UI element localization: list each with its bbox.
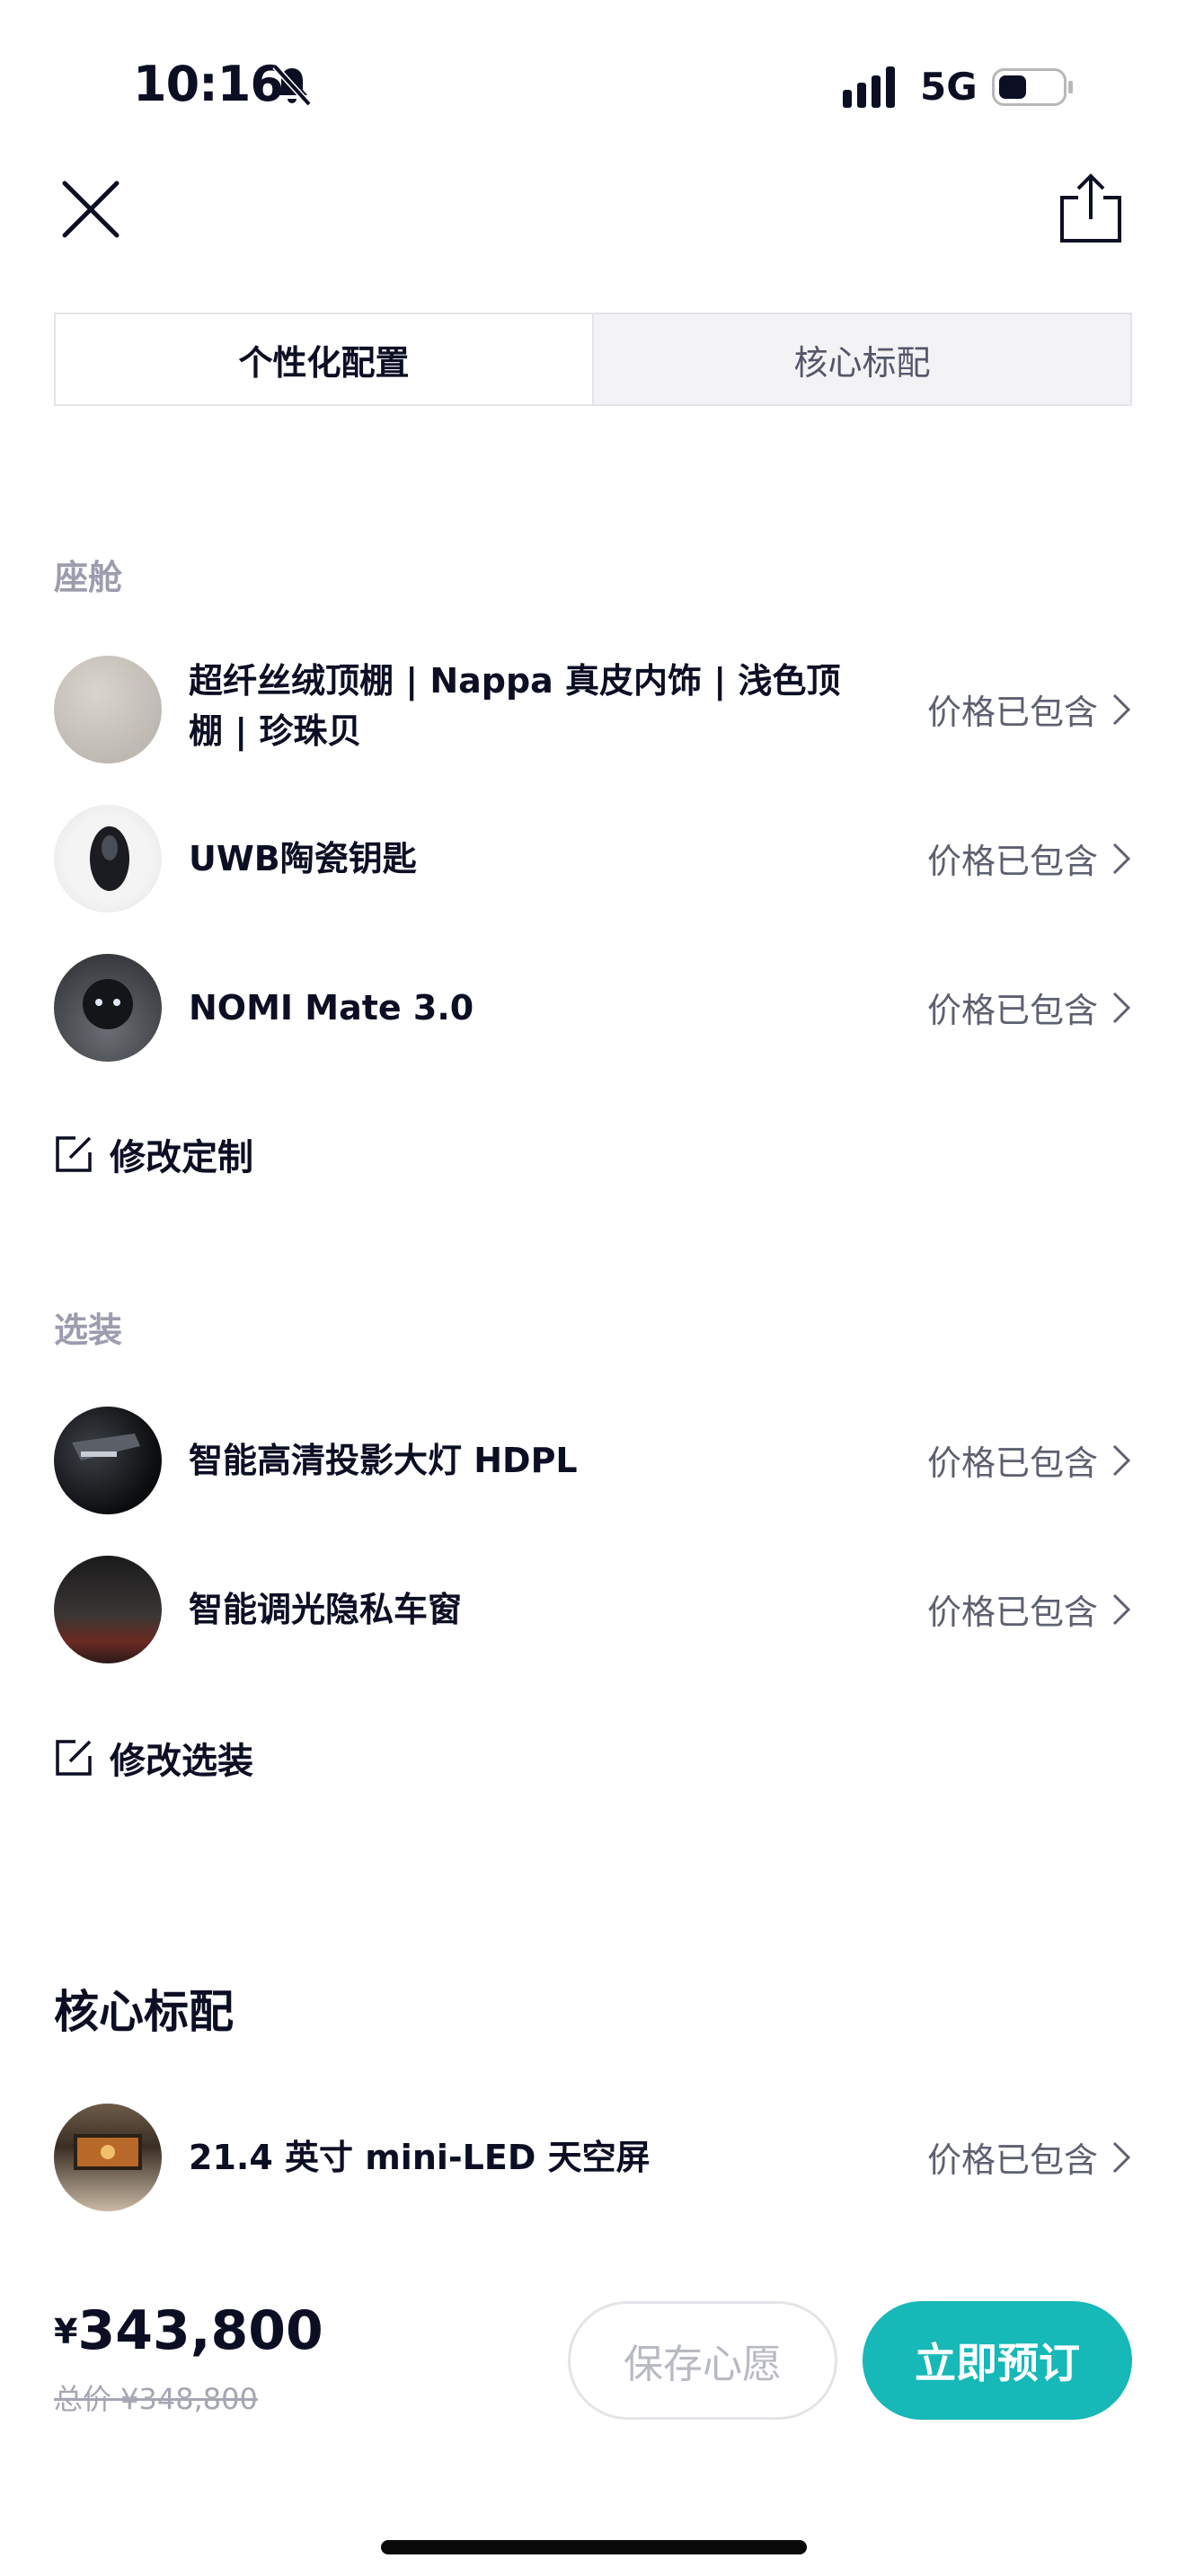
item-name-line1: 超纤丝绒顶棚 | Nappa 真皮内饰 | 浅色顶: [189, 661, 841, 701]
headliner-thumbnail: [54, 656, 162, 763]
list-item[interactable]: UWB陶瓷钥匙 价格已包含: [54, 805, 1132, 913]
save-wish-button[interactable]: 保存心愿: [568, 2301, 837, 2420]
edit-icon: [56, 1740, 92, 1776]
item-name: 智能高清投影大灯 HDPL: [189, 1441, 578, 1480]
list-item[interactable]: 智能高清投影大灯 HDPL 价格已包含: [54, 1407, 1132, 1514]
ceramic-key-thumbnail: [54, 805, 162, 913]
battery-icon: [992, 68, 1073, 106]
price-status: 价格已包含: [926, 1443, 1098, 1483]
list-item[interactable]: 21.4 英寸 mini-LED 天空屏 价格已包含: [54, 2104, 1132, 2211]
price-status: 价格已包含: [926, 842, 1098, 881]
tab-personalized-config[interactable]: 个性化配置: [56, 314, 592, 404]
current-price: ¥343,800: [54, 2299, 323, 2362]
privacy-glass-thumbnail: [54, 1556, 162, 1663]
item-price: 价格已包含: [927, 2132, 1132, 2182]
price-status: 价格已包含: [926, 991, 1098, 1030]
price-status: 价格已包含: [926, 2140, 1098, 2180]
home-indicator: [381, 2540, 807, 2554]
item-name: NOMI Mate 3.0: [189, 988, 474, 1028]
price-value: 343,800: [77, 2299, 323, 2362]
chevron-right-icon: [1112, 693, 1131, 725]
nomi-mate-thumbnail: [54, 954, 162, 1062]
edit-customization-link[interactable]: 修改定制: [54, 1128, 253, 1180]
chevron-right-icon: [1112, 842, 1131, 874]
section-title-core: 核心标配: [54, 1986, 234, 2038]
chevron-right-icon: [1112, 2141, 1131, 2173]
edit-options-link[interactable]: 修改选装: [54, 1732, 253, 1784]
edit-options-label: 修改选装: [110, 1741, 253, 1782]
tab-core-standard[interactable]: 核心标配: [592, 314, 1130, 404]
chevron-right-icon: [1112, 1593, 1131, 1625]
item-price: 价格已包含: [927, 1584, 1132, 1634]
currency-symbol: ¥: [54, 2312, 78, 2351]
network-type: 5G: [920, 65, 978, 109]
share-icon[interactable]: [1057, 172, 1125, 246]
list-item[interactable]: 超纤丝绒顶棚 | Nappa 真皮内饰 | 浅色顶 棚 | 珍珠贝 价格已包含: [54, 654, 1132, 765]
chevron-right-icon: [1112, 1444, 1131, 1476]
status-time: 10:16: [133, 56, 284, 112]
list-item[interactable]: NOMI Mate 3.0 价格已包含: [54, 954, 1132, 1062]
item-name: UWB陶瓷钥匙: [189, 839, 417, 878]
signal-icon: [843, 66, 895, 108]
status-bar: 10:16 5G: [0, 0, 1186, 171]
list-item[interactable]: 智能调光隐私车窗 价格已包含: [54, 1556, 1132, 1663]
item-name-line2: 棚 | 珍珠贝: [189, 711, 362, 751]
sky-screen-thumbnail: [54, 2104, 162, 2211]
order-now-button[interactable]: 立即预订: [863, 2301, 1132, 2420]
segmented-tabs: 个性化配置 核心标配: [54, 313, 1132, 406]
original-price: 总价 ¥348,800: [54, 2382, 258, 2416]
chevron-right-icon: [1112, 992, 1131, 1023]
item-price: 价格已包含: [927, 684, 1132, 734]
section-label-options: 选装: [54, 1310, 123, 1350]
price-status: 价格已包含: [926, 693, 1098, 732]
close-icon[interactable]: [59, 178, 122, 241]
item-name: 21.4 英寸 mini-LED 天空屏: [189, 2138, 651, 2177]
bell-slash-icon: [272, 64, 312, 107]
section-label-cabin: 座舱: [54, 558, 123, 597]
edit-icon: [56, 1136, 92, 1172]
item-price: 价格已包含: [927, 1435, 1132, 1485]
item-price: 价格已包含: [927, 834, 1132, 883]
hdpl-headlight-thumbnail: [54, 1407, 162, 1514]
item-name: 智能调光隐私车窗: [189, 1590, 463, 1629]
config-page: 10:16 5G 个性化配置 核心标配 座舱 超纤丝绒顶棚 | Nappa 真皮…: [0, 0, 1186, 2576]
edit-customization-label: 修改定制: [110, 1137, 253, 1178]
item-price: 价格已包含: [927, 983, 1132, 1032]
price-status: 价格已包含: [926, 1592, 1098, 1632]
